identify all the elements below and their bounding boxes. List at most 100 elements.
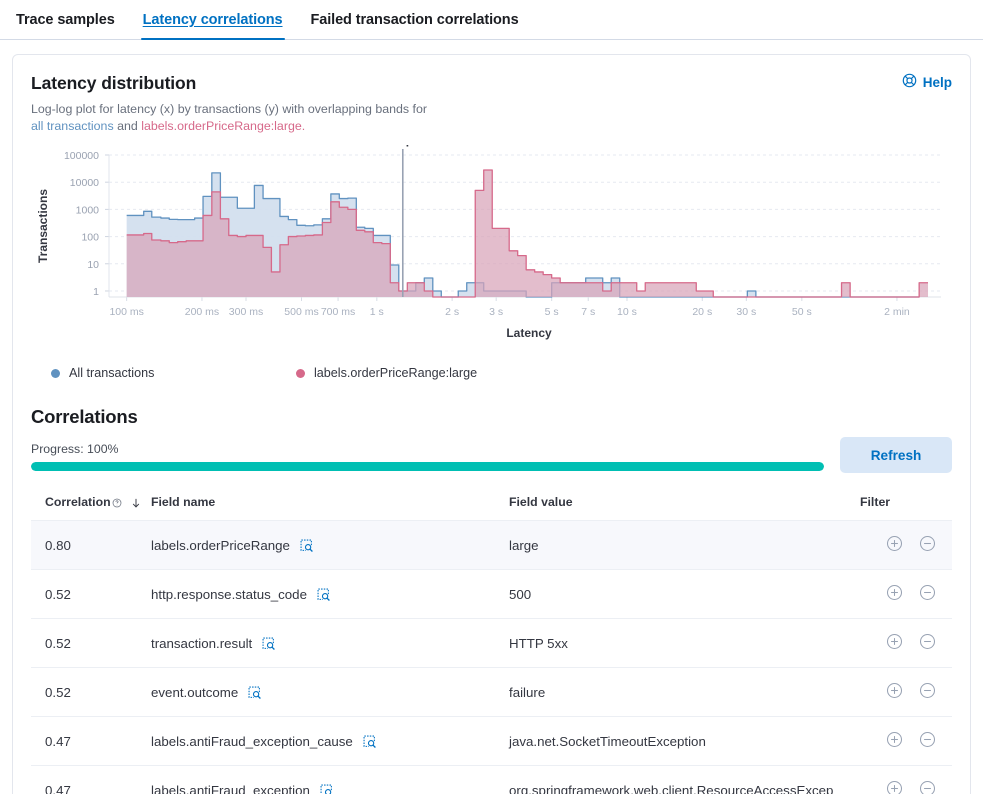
- latency-distribution-chart[interactable]: 110100100010000100000100 ms200 ms300 ms5…: [31, 145, 952, 350]
- y-axis-tick-label: 10: [87, 259, 99, 271]
- table-row[interactable]: 0.47labels.antiFraud_exceptionorg.spring…: [31, 766, 952, 794]
- x-axis-tick-label: 200 ms: [185, 306, 219, 318]
- progress-bar: [31, 462, 824, 471]
- filter-exclude-button[interactable]: [919, 535, 936, 552]
- plus-in-circle-icon: [886, 731, 903, 748]
- table-header-row: Correlation Field name Field value Filte…: [31, 495, 952, 521]
- refresh-button[interactable]: Refresh: [840, 437, 952, 473]
- cell-correlation: 0.52: [31, 570, 151, 619]
- tab-latency-correlations[interactable]: Latency correlations: [141, 12, 285, 39]
- filter-include-button[interactable]: [886, 780, 903, 794]
- cell-field-name: event.outcome: [151, 668, 509, 717]
- inspect-field-button[interactable]: [261, 636, 276, 651]
- filter-exclude-button[interactable]: [919, 731, 936, 748]
- minus-in-circle-icon: [919, 535, 936, 552]
- tab-label: Latency correlations: [143, 12, 283, 28]
- field-value-text: 500: [509, 585, 860, 604]
- filter-include-button[interactable]: [886, 584, 903, 601]
- cell-correlation: 0.52: [31, 619, 151, 668]
- chart-legend: All transactions labels.orderPriceRange:…: [31, 366, 952, 380]
- inspect-field-button[interactable]: [362, 734, 377, 749]
- minus-in-circle-icon: [919, 682, 936, 699]
- tab-trace-samples[interactable]: Trace samples: [14, 12, 117, 39]
- inspect-field-button[interactable]: [247, 685, 262, 700]
- column-header-field-value[interactable]: Field value: [509, 495, 860, 521]
- legend-item-order-price-range[interactable]: labels.orderPriceRange:large: [296, 366, 477, 380]
- field-name-text: transaction.result: [151, 636, 252, 651]
- tab-label: Trace samples: [16, 12, 115, 28]
- inspect-magnifier-icon: [362, 734, 377, 749]
- column-header-field-name[interactable]: Field name: [151, 495, 509, 521]
- chart-header: Latency distribution Log-log plot for la…: [31, 73, 952, 135]
- column-header-label: Correlation: [45, 495, 111, 509]
- cell-filter-actions: [860, 766, 952, 794]
- plus-in-circle-icon: [886, 780, 903, 794]
- field-value-text: java.net.SocketTimeoutException: [509, 732, 860, 751]
- table-row[interactable]: 0.52http.response.status_code500: [31, 570, 952, 619]
- cell-field-value: large: [509, 521, 860, 570]
- y-axis-tick-label: 1000: [76, 204, 100, 216]
- x-axis-tick-label: 2 min: [884, 306, 910, 318]
- filter-exclude-button[interactable]: [919, 682, 936, 699]
- column-header-label: Filter: [860, 495, 890, 509]
- minus-in-circle-icon: [919, 731, 936, 748]
- column-header-filter: Filter: [860, 495, 952, 521]
- cell-field-value: org.springframework.web.client.ResourceA…: [509, 766, 860, 794]
- filter-include-button[interactable]: [886, 633, 903, 650]
- inspect-magnifier-icon: [319, 783, 334, 794]
- inspect-field-button[interactable]: [319, 783, 334, 794]
- legend-item-all-transactions[interactable]: All transactions: [51, 366, 296, 380]
- x-axis-tick-label: 3 s: [489, 306, 503, 318]
- x-axis-tick-label: 500 ms: [284, 306, 318, 318]
- cell-field-name: labels.antiFraud_exception_cause: [151, 717, 509, 766]
- filter-exclude-button[interactable]: [919, 780, 936, 794]
- x-axis-tick-label: 300 ms: [229, 306, 263, 318]
- latency-correlations-panel: Latency distribution Log-log plot for la…: [12, 54, 971, 794]
- filter-include-button[interactable]: [886, 682, 903, 699]
- field-value-text: HTTP 5xx: [509, 634, 860, 653]
- progress-bar-fill: [31, 462, 824, 471]
- table-row[interactable]: 0.47labels.antiFraud_exception_causejava…: [31, 717, 952, 766]
- header-icons: [111, 497, 142, 509]
- filter-exclude-button[interactable]: [919, 584, 936, 601]
- column-header-correlation[interactable]: Correlation: [31, 495, 151, 521]
- inspect-field-button[interactable]: [299, 538, 314, 553]
- filter-include-button[interactable]: [886, 731, 903, 748]
- x-axis-title: Latency: [506, 326, 552, 340]
- x-axis-tick-label: 30 s: [736, 306, 756, 318]
- link-all-transactions[interactable]: all transactions: [31, 119, 114, 133]
- plus-in-circle-icon: [886, 682, 903, 699]
- x-axis-tick-label: 50 s: [792, 306, 812, 318]
- y-axis-tick-label: 10000: [70, 177, 99, 189]
- table-row[interactable]: 0.80labels.orderPriceRangelarge: [31, 521, 952, 570]
- minus-in-circle-icon: [919, 780, 936, 794]
- field-name-text: labels.antiFraud_exception: [151, 783, 310, 794]
- cell-field-value: failure: [509, 668, 860, 717]
- tab-failed-transaction-correlations[interactable]: Failed transaction correlations: [309, 12, 521, 39]
- table-row[interactable]: 0.52event.outcomefailure: [31, 668, 952, 717]
- x-axis-tick-label: 700 ms: [321, 306, 355, 318]
- table-row[interactable]: 0.52transaction.result HTTP 5xx: [31, 619, 952, 668]
- chart-title: Latency distribution: [31, 73, 427, 94]
- x-axis-tick-label: 10 s: [617, 306, 637, 318]
- cell-filter-actions: [860, 521, 952, 570]
- inspect-field-button[interactable]: [316, 587, 331, 602]
- legend-label: All transactions: [69, 366, 154, 380]
- tab-bar: Trace samples Latency correlations Faile…: [0, 0, 983, 40]
- cell-field-name: http.response.status_code: [151, 570, 509, 619]
- link-order-price-range[interactable]: labels.orderPriceRange:large: [141, 119, 301, 133]
- question-in-circle-icon: [112, 498, 122, 508]
- inspect-magnifier-icon: [299, 538, 314, 553]
- field-value-text: failure: [509, 683, 860, 702]
- minus-in-circle-icon: [919, 633, 936, 650]
- legend-color-dot: [51, 369, 60, 378]
- cell-field-value: java.net.SocketTimeoutException: [509, 717, 860, 766]
- filter-exclude-button[interactable]: [919, 633, 936, 650]
- inspect-magnifier-icon: [247, 685, 262, 700]
- cell-field-name: transaction.result: [151, 619, 509, 668]
- cell-correlation: 0.80: [31, 521, 151, 570]
- arrow-down-icon: [130, 497, 142, 509]
- help-button[interactable]: Help: [902, 73, 952, 91]
- filter-include-button[interactable]: [886, 535, 903, 552]
- y-axis-tick-label: 100: [81, 232, 99, 244]
